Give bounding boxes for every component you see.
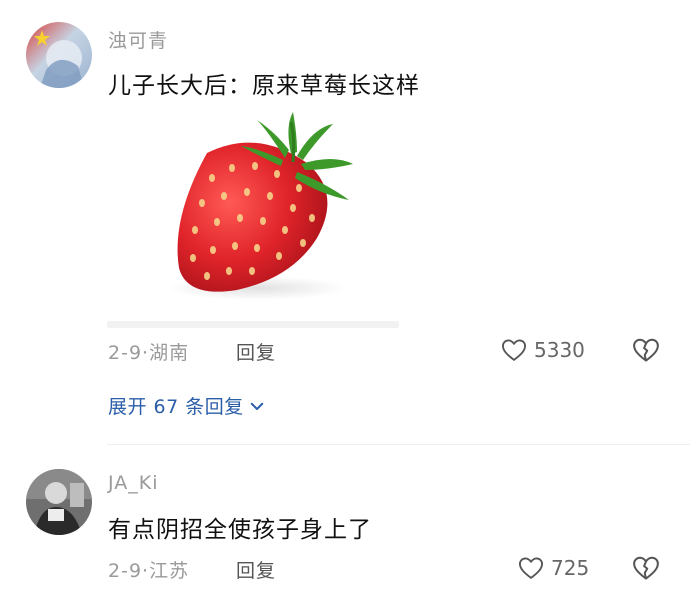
- strawberry-icon: [167, 112, 353, 300]
- username[interactable]: JA_Ki: [108, 472, 159, 494]
- dislike-button[interactable]: [631, 553, 661, 583]
- expand-replies-label: 展开 67 条回复: [108, 396, 244, 418]
- avatar[interactable]: [26, 22, 92, 88]
- comment-text: 有点阴招全使孩子身上了: [108, 517, 372, 543]
- broken-heart-icon: [633, 338, 659, 362]
- comment-image[interactable]: [107, 108, 399, 322]
- comment-text: 儿子长大后：原来草莓长这样: [108, 73, 420, 99]
- dislike-button[interactable]: [631, 335, 661, 365]
- username[interactable]: 浊可青: [108, 26, 168, 53]
- like-button[interactable]: 5330: [500, 336, 585, 364]
- expand-replies-link[interactable]: 展开 67 条回复: [108, 392, 266, 419]
- comment-meta: 2-9·湖南: [108, 342, 190, 364]
- image-scrollbar[interactable]: [107, 321, 399, 328]
- comment-meta: 2-9·江苏: [108, 560, 190, 582]
- reply-button[interactable]: 回复: [236, 338, 276, 365]
- comment-list: 浊可青 儿子长大后：原来草莓长这样 2-9·湖南 回复 5330 展开 67 条…: [0, 0, 690, 590]
- chevron-down-icon: [250, 402, 263, 410]
- like-count: 5330: [534, 338, 585, 362]
- comment-item: JA_Ki 有点阴招全使孩子身上了 2-9·江苏 回复 725: [0, 448, 690, 590]
- heart-icon: [501, 339, 527, 361]
- comment-item: 浊可青 儿子长大后：原来草莓长这样 2-9·湖南 回复 5330 展开 67 条…: [0, 0, 690, 445]
- avatar[interactable]: [26, 469, 92, 535]
- comment-divider: [107, 444, 690, 445]
- like-count: 725: [551, 556, 590, 580]
- avatar-image: [26, 469, 92, 535]
- like-button[interactable]: 725: [517, 554, 589, 582]
- avatar-image: [26, 22, 92, 88]
- heart-icon: [518, 557, 544, 579]
- broken-heart-icon: [633, 556, 659, 580]
- reply-button[interactable]: 回复: [236, 556, 276, 583]
